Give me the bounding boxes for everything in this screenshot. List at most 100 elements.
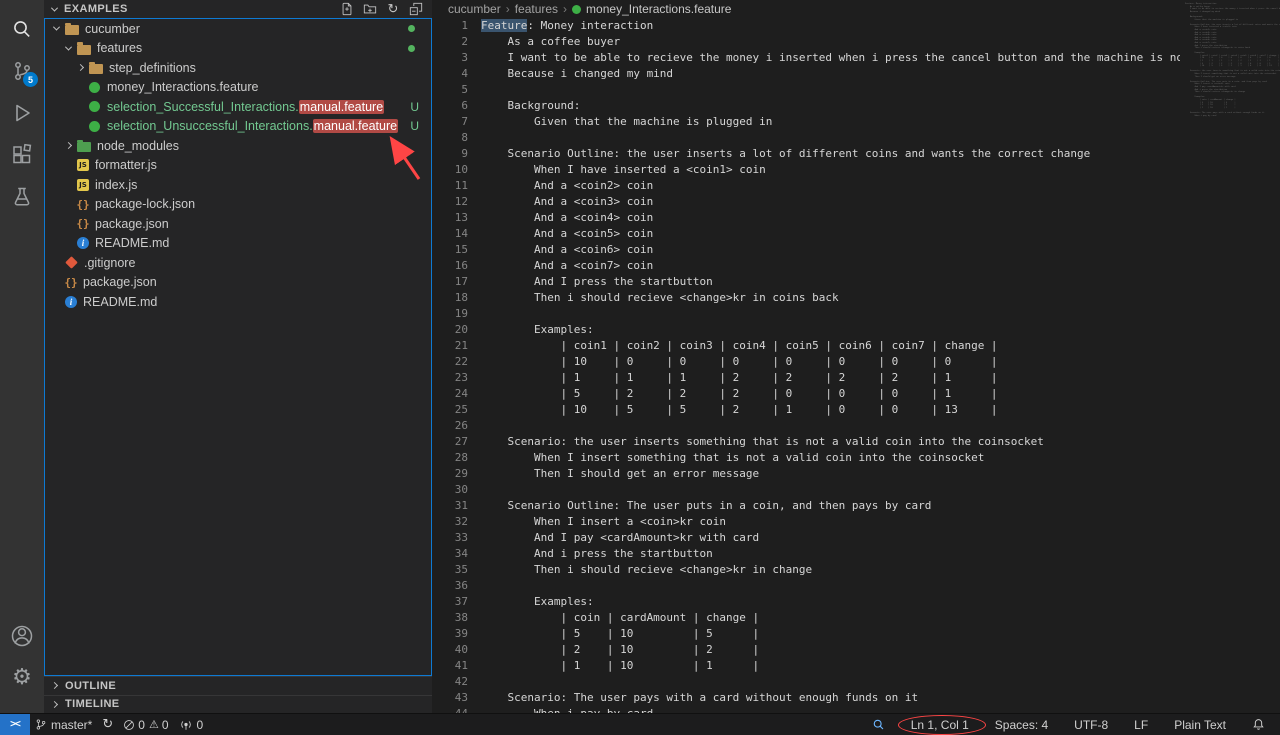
breadcrumb-item-folder[interactable]: cucumber — [448, 2, 501, 16]
minimap[interactable]: Feature: Money interaction As a coffee b… — [1180, 0, 1280, 713]
code-line[interactable]: 16 And a <coin7> coin — [432, 258, 1280, 274]
tree-item-formatter-js[interactable]: JSformatter.js — [45, 156, 431, 176]
code-line[interactable]: 24 | 5 | 2 | 2 | 2 | 0 | 0 | 0 | 1 | — [432, 386, 1280, 402]
code-line[interactable]: 8 — [432, 130, 1280, 146]
run-debug-icon[interactable] — [0, 92, 44, 134]
code-line[interactable]: 13 And a <coin4> coin — [432, 210, 1280, 226]
zoom-indicator[interactable] — [867, 714, 890, 735]
code-line[interactable]: 29 Then I should get an error message — [432, 466, 1280, 482]
tree-item-node-modules[interactable]: node_modules — [45, 136, 431, 156]
code-line[interactable]: 9 Scenario Outline: the user inserts a l… — [432, 146, 1280, 162]
line-number: 12 — [432, 194, 468, 210]
code-line[interactable]: 5 — [432, 82, 1280, 98]
new-folder-icon[interactable] — [362, 1, 378, 17]
code-line[interactable]: 33 And I pay <cardAmount>kr with card — [432, 530, 1280, 546]
timeline-section[interactable]: TIMELINE — [44, 695, 432, 714]
code-line[interactable]: 6 Background: — [432, 98, 1280, 114]
code-line[interactable]: 11 And a <coin2> coin — [432, 178, 1280, 194]
line-number: 36 — [432, 578, 468, 594]
tree-item--gitignore[interactable]: .gitignore — [45, 253, 431, 273]
tree-item-cucumber[interactable]: cucumber — [45, 19, 431, 39]
code-line[interactable]: 40 | 2 | 10 | 2 | — [432, 642, 1280, 658]
code-line[interactable]: 18 Then i should recieve <change>kr in c… — [432, 290, 1280, 306]
tree-item-label: package.json — [95, 217, 169, 231]
code-line[interactable]: 43 Scenario: The user pays with a card w… — [432, 690, 1280, 706]
ports-status[interactable]: 0 — [174, 714, 209, 735]
code-line[interactable]: 17 And I press the startbutton — [432, 274, 1280, 290]
chevron-down-icon[interactable] — [62, 39, 75, 59]
code-line[interactable]: 19 — [432, 306, 1280, 322]
tree-item-readme-md[interactable]: iREADME.md — [45, 292, 431, 312]
code-line[interactable]: 31 Scenario Outline: The user puts in a … — [432, 498, 1280, 514]
tree-item-step-definitions[interactable]: step_definitions — [45, 58, 431, 78]
indentation-status[interactable]: Spaces: 4 — [990, 714, 1053, 735]
code-line[interactable]: 28 When I insert something that is not a… — [432, 450, 1280, 466]
testing-icon[interactable] — [0, 176, 44, 218]
breadcrumb-item-file[interactable]: money_Interactions.feature — [586, 2, 731, 16]
eol-status[interactable]: LF — [1129, 714, 1153, 735]
language-mode-status[interactable]: Plain Text — [1169, 714, 1231, 735]
sync-button[interactable]: ↻ — [97, 714, 118, 735]
extensions-icon[interactable] — [0, 134, 44, 176]
chevron-right-icon[interactable] — [62, 136, 75, 156]
tree-item-package-lock-json[interactable]: {}package-lock.json — [45, 195, 431, 215]
code-line[interactable]: 32 When I insert a <coin>kr coin — [432, 514, 1280, 530]
code-line[interactable]: 38 | coin | cardAmount | change | — [432, 610, 1280, 626]
remote-indicator-icon[interactable]: >< — [0, 714, 30, 735]
settings-gear-icon[interactable]: ⚙ — [0, 657, 44, 699]
account-icon[interactable] — [0, 615, 44, 657]
tree-item-money-interactions-feature[interactable]: money_Interactions.feature — [45, 78, 431, 98]
tree-item-features[interactable]: features — [45, 39, 431, 59]
breadcrumb-item-folder[interactable]: features — [515, 2, 558, 16]
branch-icon — [35, 718, 47, 731]
code-line[interactable]: 27 Scenario: the user inserts something … — [432, 434, 1280, 450]
refresh-icon[interactable]: ↻ — [385, 1, 401, 17]
code-line[interactable]: 1Feature: Money interaction — [432, 18, 1280, 34]
code-line[interactable]: 26 — [432, 418, 1280, 434]
code-line[interactable]: 14 And a <coin5> coin — [432, 226, 1280, 242]
outline-section[interactable]: OUTLINE — [44, 676, 432, 695]
cursor-position[interactable]: Ln 1, Col 1 — [906, 714, 974, 735]
tree-item-selection-unsuccessful-interactions[interactable]: selection_Unsuccessful_Interactions.manu… — [45, 117, 431, 137]
code-line[interactable]: 3 I want to be able to recieve the money… — [432, 50, 1280, 66]
git-branch-status[interactable]: master* — [30, 714, 97, 735]
code-line[interactable]: 7 Given that the machine is plugged in — [432, 114, 1280, 130]
code-line[interactable]: 10 When I have inserted a <coin1> coin — [432, 162, 1280, 178]
code-line[interactable]: 12 And a <coin3> coin — [432, 194, 1280, 210]
code-line[interactable]: 35 Then i should recieve <change>kr in c… — [432, 562, 1280, 578]
code-line[interactable]: 21 | coin1 | coin2 | coin3 | coin4 | coi… — [432, 338, 1280, 354]
code-line[interactable]: 2 As a coffee buyer — [432, 34, 1280, 50]
line-number: 31 — [432, 498, 468, 514]
code-editor[interactable]: 1Feature: Money interaction2 As a coffee… — [432, 18, 1280, 713]
problems-status[interactable]: 0 ⚠ 0 — [118, 714, 173, 735]
activity-bar: 5 ⚙ — [0, 0, 44, 713]
tree-item-selection-successful-interactions[interactable]: selection_Successful_Interactions.manual… — [45, 97, 431, 117]
code-line[interactable]: 20 Examples: — [432, 322, 1280, 338]
code-line[interactable]: 4 Because i changed my mind — [432, 66, 1280, 82]
sidebar-header[interactable]: EXAMPLES ↻ — [44, 0, 432, 18]
notifications-bell[interactable] — [1247, 714, 1270, 735]
new-file-icon[interactable] — [339, 1, 355, 17]
code-line[interactable]: 44 When i pay by card — [432, 706, 1280, 713]
source-control-icon[interactable]: 5 — [0, 50, 44, 92]
chevron-down-icon[interactable] — [50, 19, 63, 39]
code-line[interactable]: 41 | 1 | 10 | 1 | — [432, 658, 1280, 674]
search-icon[interactable] — [0, 8, 44, 50]
encoding-status[interactable]: UTF-8 — [1069, 714, 1113, 735]
tree-item-package-json[interactable]: {}package.json — [45, 273, 431, 293]
code-line[interactable]: 36 — [432, 578, 1280, 594]
code-line[interactable]: 22 | 10 | 0 | 0 | 0 | 0 | 0 | 0 | 0 | — [432, 354, 1280, 370]
chevron-right-icon[interactable] — [74, 58, 87, 78]
code-line[interactable]: 25 | 10 | 5 | 5 | 2 | 1 | 0 | 0 | 13 | — [432, 402, 1280, 418]
code-line[interactable]: 34 And i press the startbutton — [432, 546, 1280, 562]
tree-item-index-js[interactable]: JSindex.js — [45, 175, 431, 195]
code-line[interactable]: 39 | 5 | 10 | 5 | — [432, 626, 1280, 642]
code-line[interactable]: 37 Examples: — [432, 594, 1280, 610]
code-line[interactable]: 23 | 1 | 1 | 1 | 2 | 2 | 2 | 2 | 1 | — [432, 370, 1280, 386]
tree-item-package-json[interactable]: {}package.json — [45, 214, 431, 234]
code-line[interactable]: 15 And a <coin6> coin — [432, 242, 1280, 258]
tree-item-readme-md[interactable]: iREADME.md — [45, 234, 431, 254]
code-line[interactable]: 42 — [432, 674, 1280, 690]
code-line[interactable]: 30 — [432, 482, 1280, 498]
collapse-all-icon[interactable] — [408, 1, 424, 17]
